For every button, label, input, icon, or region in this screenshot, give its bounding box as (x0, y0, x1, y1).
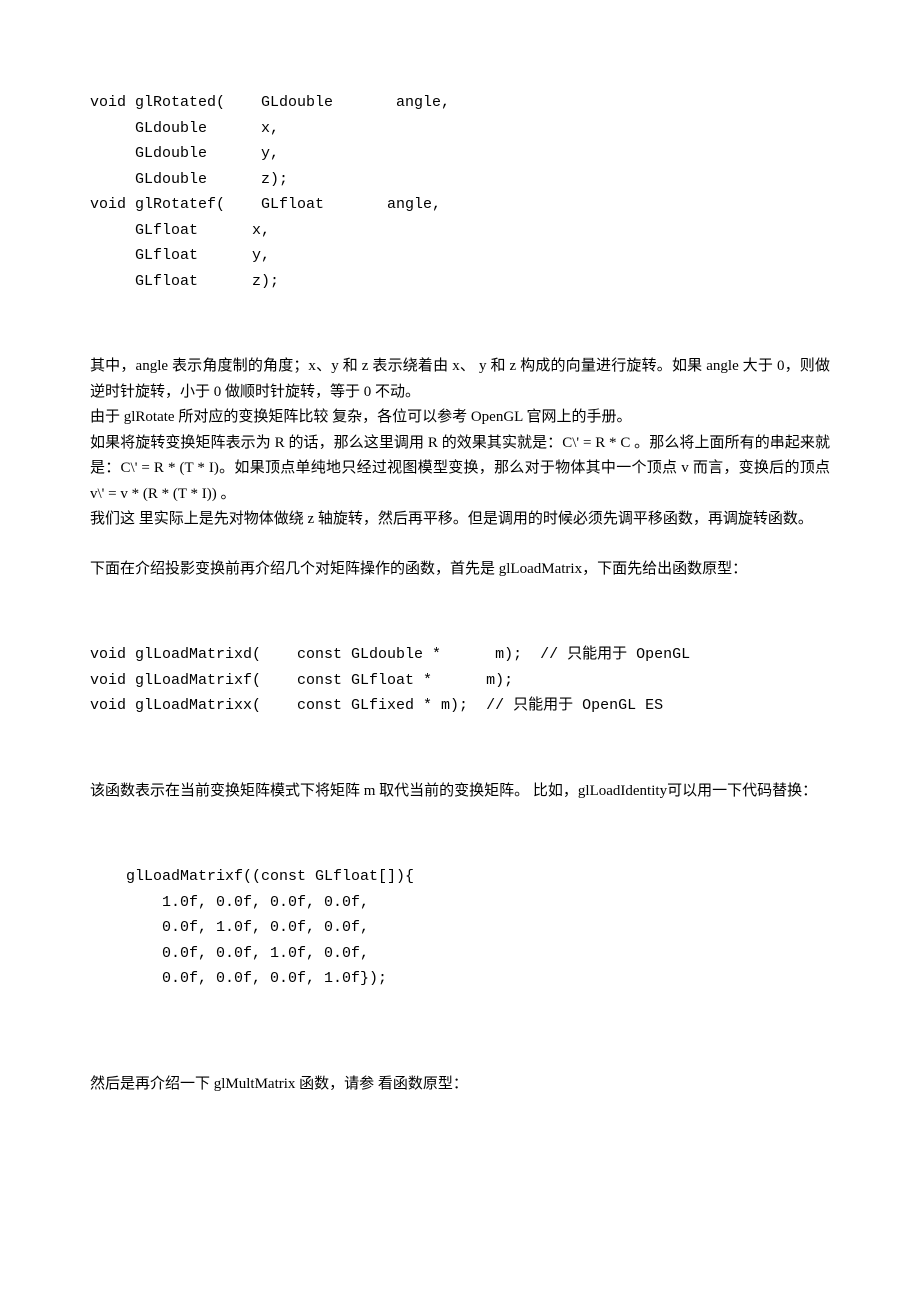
paragraph-glloadmatrix-intro: 下面在介绍投影变换前再介绍几个对矩阵操作的函数，首先是 glLoadMatrix… (90, 557, 830, 583)
paragraph-order-note: 我们这 里实际上是先对物体做绕 z 轴旋转，然后再平移。但是调用的时候必须先调平… (90, 507, 830, 533)
paragraph-glrotate-matrix: 由于 glRotate 所对应的变换矩阵比较 复杂，各位可以参考 OpenGL … (90, 405, 830, 431)
paragraph-rotation-matrix-r: 如果将旋转变换矩阵表示为 R 的话，那么这里调用 R 的效果其实就是：C\' =… (90, 431, 830, 508)
paragraph-glmultmatrix-intro: 然后是再介绍一下 glMultMatrix 函数，请参 看函数原型： (90, 1072, 830, 1098)
paragraph-glloadmatrix-desc: 该函数表示在当前变换矩阵模式下将矩阵 m 取代当前的变换矩阵。 比如，glLoa… (90, 779, 830, 805)
code-block-glloadmatrixf-example: glLoadMatrixf((const GLfloat[]){ 1.0f, 0… (90, 864, 830, 992)
code-block-glloadmatrix: void glLoadMatrixd( const GLdouble * m);… (90, 642, 830, 719)
paragraph-angle-desc: 其中，angle 表示角度制的角度；x、y 和 z 表示绕着由 x、 y 和 z… (90, 354, 830, 405)
code-block-glrotate: void glRotated( GLdouble angle, GLdouble… (90, 90, 830, 294)
